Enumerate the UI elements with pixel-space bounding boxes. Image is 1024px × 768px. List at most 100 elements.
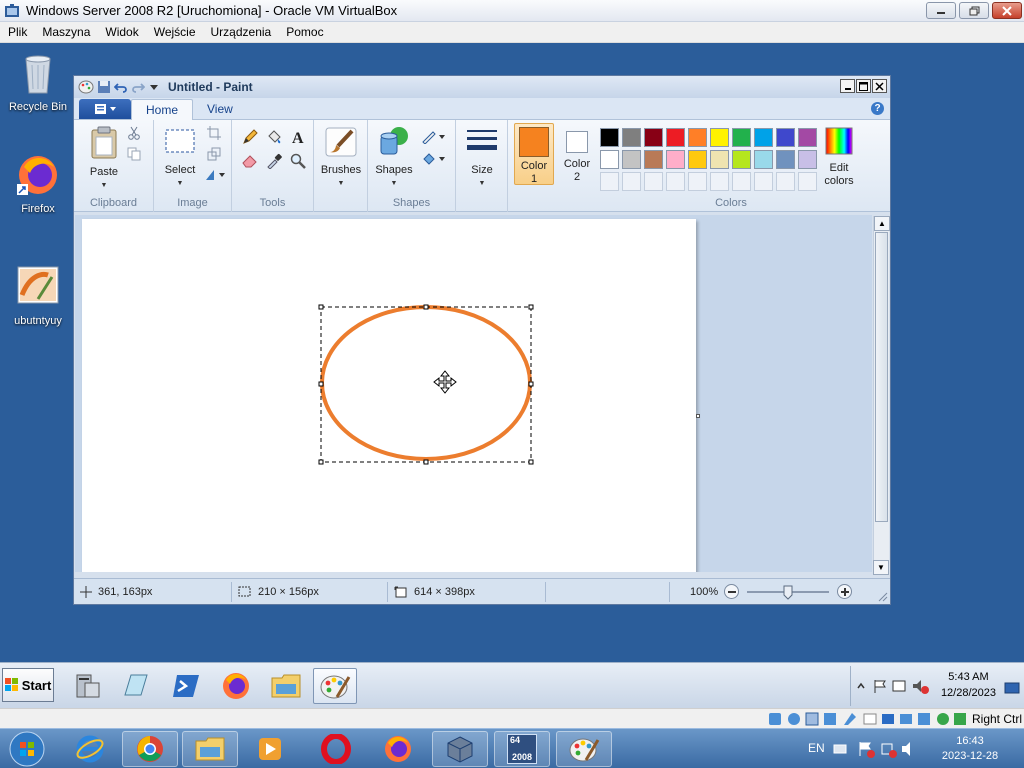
paint-app-icon[interactable] [78, 80, 94, 94]
paint-maximize-button[interactable] [856, 79, 871, 93]
palette-swatch-empty[interactable] [644, 172, 663, 191]
paste-button[interactable]: Paste ▼ [82, 126, 126, 192]
palette-swatch[interactable] [600, 150, 619, 169]
taskbar-firefox[interactable] [214, 668, 258, 704]
menu-wejscie[interactable]: Wejście [154, 25, 196, 39]
menu-widok[interactable]: Widok [105, 25, 138, 39]
host-taskbar-media-player[interactable] [242, 731, 298, 767]
brushes-button[interactable]: Brushes ▼ [318, 126, 364, 190]
magnifier-tool[interactable] [288, 152, 308, 170]
palette-swatch-empty[interactable] [754, 172, 773, 191]
palette-swatch-empty[interactable] [666, 172, 685, 191]
palette-swatch[interactable] [754, 128, 773, 147]
taskbar-powershell[interactable] [164, 668, 208, 704]
select-button[interactable]: Select ▼ [160, 126, 200, 190]
drawing-canvas[interactable] [82, 219, 696, 572]
menu-maszyna[interactable]: Maszyna [42, 25, 90, 39]
host-taskbar-opera[interactable] [308, 731, 364, 767]
host-taskbar-paint[interactable] [556, 731, 612, 767]
paint-minimize-button[interactable] [840, 79, 855, 93]
taskbar-paint[interactable] [313, 668, 357, 704]
guest-clock[interactable]: 5:43 AM 12/28/2023 [941, 669, 996, 701]
show-desktop-icon[interactable] [1004, 680, 1020, 696]
zoom-in-button[interactable] [837, 584, 853, 599]
ellipse-shape[interactable] [320, 305, 532, 461]
desktop-icon-firefox[interactable]: Firefox [0, 153, 76, 215]
host-taskbar-firefox[interactable] [370, 731, 426, 767]
host-taskbar-chrome[interactable] [122, 731, 178, 767]
palette-swatch[interactable] [732, 150, 751, 169]
undo-icon[interactable] [114, 80, 128, 94]
host-taskbar-vm-2008[interactable]: 64 2008 [494, 731, 550, 767]
palette-swatch[interactable] [666, 150, 685, 169]
restore-button[interactable] [959, 2, 989, 19]
palette-swatch[interactable] [776, 128, 795, 147]
palette-swatch[interactable] [688, 150, 707, 169]
palette-swatch[interactable] [600, 128, 619, 147]
shapes-button[interactable]: Shapes ▼ [372, 126, 416, 190]
palette-swatch[interactable] [622, 128, 641, 147]
host-taskbar-virtualbox[interactable] [432, 731, 488, 767]
palette-swatch[interactable] [798, 150, 817, 169]
menu-plik[interactable]: Plik [8, 25, 27, 39]
desktop-icon-recycle-bin[interactable]: Recycle Bin [0, 51, 76, 113]
help-icon[interactable]: ? [871, 102, 884, 115]
palette-swatch[interactable] [644, 128, 663, 147]
desktop-icon-ubutntyuy[interactable]: ubutntyuy [0, 265, 76, 327]
rotate-button[interactable] [202, 166, 228, 184]
palette-swatch-empty[interactable] [798, 172, 817, 191]
zoom-out-button[interactable] [724, 584, 740, 599]
host-taskbar-ie[interactable] [62, 731, 118, 767]
scroll-thumb[interactable] [875, 232, 888, 522]
palette-swatch[interactable] [710, 128, 729, 147]
menu-pomoc[interactable]: Pomoc [286, 25, 323, 39]
close-button[interactable] [992, 2, 1022, 19]
palette-swatch-empty[interactable] [600, 172, 619, 191]
menu-urzadzenia[interactable]: Urządzenia [211, 25, 272, 39]
scroll-down-button[interactable]: ▼ [873, 560, 889, 575]
tab-view[interactable]: View [193, 99, 247, 119]
taskbar-explorer[interactable] [114, 668, 158, 704]
taskbar-server-manager[interactable] [66, 668, 110, 704]
customize-qat-icon[interactable] [148, 81, 160, 93]
palette-swatch-empty[interactable] [776, 172, 795, 191]
redo-icon[interactable] [131, 80, 145, 94]
host-start-orb-icon[interactable] [7, 729, 47, 768]
palette-swatch[interactable] [798, 128, 817, 147]
palette-swatch-empty[interactable] [732, 172, 751, 191]
palette-swatch[interactable] [644, 150, 663, 169]
palette-swatch[interactable] [622, 150, 641, 169]
paint-close-button[interactable] [872, 79, 887, 93]
palette-swatch-empty[interactable] [688, 172, 707, 191]
crop-button[interactable] [204, 124, 224, 142]
vertical-scrollbar[interactable]: ▲ ▼ [873, 216, 890, 575]
host-taskbar-folder[interactable] [182, 731, 238, 767]
zoom-slider[interactable] [745, 584, 831, 600]
text-tool[interactable]: A [288, 128, 308, 146]
color1-button[interactable]: Color 1 [514, 123, 554, 185]
resize-grip-icon[interactable] [876, 590, 888, 602]
resize-button[interactable] [204, 145, 224, 163]
tab-home[interactable]: Home [131, 99, 194, 120]
paint-menu-button[interactable] [79, 99, 131, 119]
canvas-resize-handle[interactable] [696, 414, 700, 418]
host-clock[interactable]: 16:43 2023-12-28 [930, 734, 1010, 764]
outline-button[interactable] [420, 128, 448, 146]
scroll-up-button[interactable]: ▲ [874, 216, 890, 231]
cut-button[interactable] [124, 124, 144, 142]
host-language[interactable]: EN [808, 741, 825, 755]
minimize-button[interactable] [926, 2, 956, 19]
pencil-tool[interactable] [240, 128, 260, 146]
eraser-tool[interactable] [240, 152, 260, 170]
size-button[interactable]: Size ▼ [462, 126, 502, 190]
color-picker-tool[interactable] [264, 152, 284, 170]
palette-swatch[interactable] [754, 150, 773, 169]
color2-button[interactable]: Color 2 [558, 123, 596, 185]
palette-swatch[interactable] [666, 128, 685, 147]
fill-button[interactable] [420, 150, 448, 168]
save-icon[interactable] [97, 80, 111, 94]
copy-button[interactable] [124, 145, 144, 163]
taskbar-folder[interactable] [264, 668, 308, 704]
palette-swatch-empty[interactable] [710, 172, 729, 191]
palette-swatch[interactable] [688, 128, 707, 147]
